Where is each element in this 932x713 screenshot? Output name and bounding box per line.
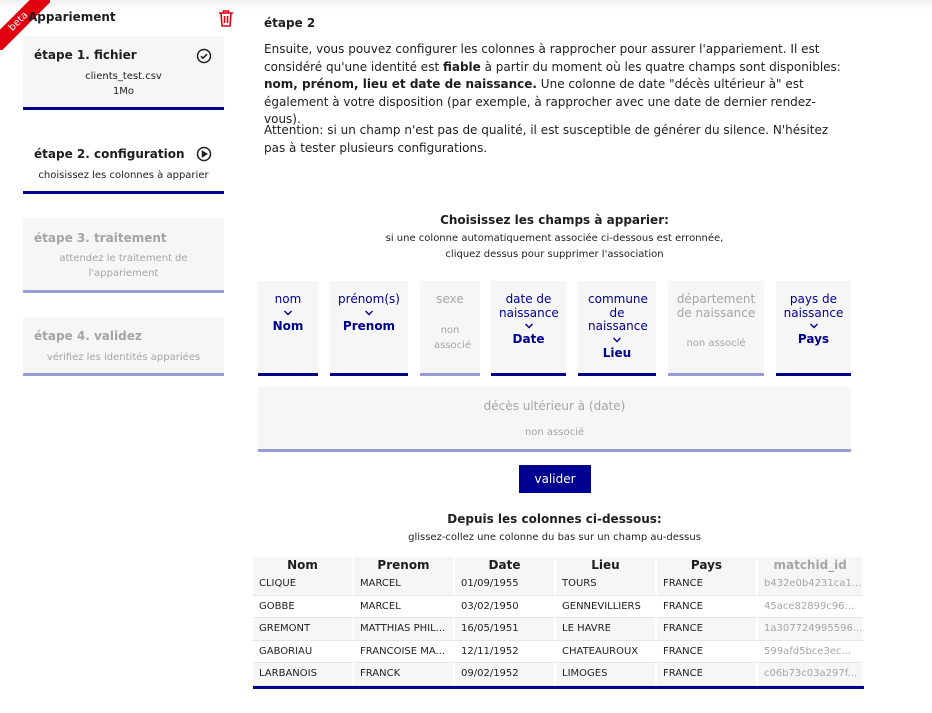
top-shadow xyxy=(0,0,932,10)
columns-table: Nom Prenom Date Lieu Pays matchid_id CLI… xyxy=(253,557,865,689)
field-pays-label: pays de naissance xyxy=(783,292,844,320)
cell-lieu: CHATEAUROUX xyxy=(556,640,657,663)
play-circle-icon xyxy=(196,146,212,162)
step-3-subtitle-2: l'appariement xyxy=(88,268,159,279)
chevron-down-icon xyxy=(365,310,373,315)
columns-title: Depuis les colonnes ci-dessous: xyxy=(447,512,662,526)
cell-matchid: 1a307724995596... xyxy=(758,618,865,641)
field-sexe[interactable]: sexe non associé xyxy=(420,281,480,376)
step-1-filesize: 1Mo xyxy=(112,86,135,97)
step-3-traitement: étape 3. traitement attendez le traiteme… xyxy=(23,218,224,293)
column-header-date[interactable]: Date xyxy=(455,557,556,573)
chevron-down-icon xyxy=(524,323,533,329)
field-commune-value: Lieu xyxy=(602,345,632,360)
cell-matchid: 45ace82899c96... xyxy=(758,595,865,618)
field-prenom[interactable]: prénom(s) Prenom xyxy=(330,281,408,376)
cell-matchid: 599afd5bce3ec... xyxy=(758,640,865,663)
field-sexe-label: sexe xyxy=(436,292,464,306)
chevron-down-icon xyxy=(284,310,292,315)
field-prenom-label: prénom(s) xyxy=(338,292,400,306)
step-2-subtitle: choisissez les colonnes à apparier xyxy=(38,170,209,181)
step-4-validez: étape 4. validez vérifiez les identités … xyxy=(23,317,224,376)
cell-matchid: b432e0b4231ca1... xyxy=(758,573,865,596)
page-title: étape 2 xyxy=(264,16,316,30)
cell-nom: GOBBE xyxy=(253,595,354,618)
field-sexe-value: non associé xyxy=(434,324,472,351)
table-row: LARBANOIS FRANCK 09/02/1952 LIMOGES FRAN… xyxy=(253,663,865,686)
step-4-subtitle: vérifiez les identités appariées xyxy=(46,352,201,363)
table-row: GOBBE MARCEL 03/02/1950 GENNEVILLIERS FR… xyxy=(253,595,865,618)
step-1-filename: clients_test.csv xyxy=(85,71,162,82)
chevron-down-icon xyxy=(809,323,818,329)
cell-pays: FRANCE xyxy=(657,640,758,663)
field-pays-naissance[interactable]: pays de naissance Pays xyxy=(776,281,851,376)
cell-nom: GABORIAU xyxy=(253,640,354,663)
column-header-matchid[interactable]: matchid_id xyxy=(758,557,865,573)
cell-pays: FRANCE xyxy=(657,573,758,596)
step-3-title: étape 3. traitement xyxy=(34,231,167,245)
cell-pays: FRANCE xyxy=(657,618,758,641)
field-commune-naissance[interactable]: commune de naissance Lieu xyxy=(578,281,656,376)
cell-nom: CLIQUE xyxy=(253,573,354,596)
step-2-configuration[interactable]: étape 2. configuration choisissez les co… xyxy=(23,134,224,194)
field-deces-value: non associé xyxy=(524,427,585,438)
choose-subtitle-2: cliquez dessus pour supprimer l'associat… xyxy=(445,249,664,260)
column-header-lieu[interactable]: Lieu xyxy=(556,557,657,573)
cell-lieu: GENNEVILLIERS xyxy=(556,595,657,618)
field-pays-value: Pays xyxy=(797,332,830,346)
field-deces-ulterieur[interactable]: décès ultérieur à (date) non associé xyxy=(258,387,851,452)
intro-paragraph: Ensuite, vous pouvez configurer les colo… xyxy=(264,42,841,126)
cell-date: 09/02/1952 xyxy=(455,663,556,686)
step-3-subtitle-1: attendez le traitement de xyxy=(59,253,188,264)
column-header-prenom[interactable]: Prenom xyxy=(354,557,455,573)
cell-prenom: FRANCK xyxy=(354,663,455,686)
cell-prenom: MARCEL xyxy=(354,595,455,618)
field-date-value: Date xyxy=(512,332,545,346)
table-row: GABORIAU FRANCOISE MA... 12/11/1952 CHAT… xyxy=(253,640,865,663)
step-4-title: étape 4. validez xyxy=(34,329,142,343)
choose-title: Choisissez les champs à apparier: xyxy=(440,213,669,227)
field-deces-label: décès ultérieur à (date) xyxy=(483,399,626,413)
sidebar-title: Appariement xyxy=(28,10,116,24)
cell-pays: FRANCE xyxy=(657,663,758,686)
field-departement-value: non associé xyxy=(686,338,746,349)
table-row: CLIQUE MARCEL 01/09/1955 TOURS FRANCE b4… xyxy=(253,573,865,596)
cell-lieu: LIMOGES xyxy=(556,663,657,686)
cell-lieu: TOURS xyxy=(556,573,657,596)
warning-paragraph: Attention: si un champ n'est pas de qual… xyxy=(264,123,829,155)
table-row: GREMONT MATTHIAS PHIL... 16/05/1951 LE H… xyxy=(253,618,865,641)
columns-subtitle: glissez-collez une colonne du bas sur un… xyxy=(408,532,701,543)
field-departement-label: département de naissance xyxy=(676,292,756,320)
field-nom-value: Nom xyxy=(272,318,304,333)
cell-prenom: MARCEL xyxy=(354,573,455,596)
cell-nom: GREMONT xyxy=(253,618,354,641)
cell-date: 16/05/1951 xyxy=(455,618,556,641)
chevron-down-icon xyxy=(613,337,621,342)
column-header-pays[interactable]: Pays xyxy=(657,557,758,573)
field-commune-label: commune de naissance xyxy=(588,292,648,333)
field-date-naissance[interactable]: date de naissance Date xyxy=(491,281,566,376)
field-date-label: date de naissance xyxy=(499,292,559,320)
field-prenom-value: Prenom xyxy=(342,318,396,333)
cell-pays: FRANCE xyxy=(657,595,758,618)
step-1-fichier[interactable]: étape 1. fichier clients_test.csv 1Mo xyxy=(23,36,224,110)
column-header-nom[interactable]: Nom xyxy=(253,557,354,573)
field-nom[interactable]: nom Nom xyxy=(258,281,318,376)
choose-subtitle-1: si une colonne automatiquement associée … xyxy=(385,233,724,244)
cell-nom: LARBANOIS xyxy=(253,663,354,686)
cell-date: 03/02/1950 xyxy=(455,595,556,618)
cell-prenom: MATTHIAS PHIL... xyxy=(354,618,455,641)
check-circle-icon xyxy=(196,48,212,64)
cell-lieu: LE HAVRE xyxy=(556,618,657,641)
validate-button[interactable]: valider xyxy=(519,465,591,493)
cell-matchid: c06b73c03a297f... xyxy=(758,663,865,686)
field-nom-label: nom xyxy=(274,292,302,306)
cell-date: 01/09/1955 xyxy=(455,573,556,596)
trash-icon[interactable] xyxy=(218,9,234,27)
cell-date: 12/11/1952 xyxy=(455,640,556,663)
cell-prenom: FRANCOISE MA... xyxy=(354,640,455,663)
step-1-title: étape 1. fichier xyxy=(34,48,137,62)
step-2-title: étape 2. configuration xyxy=(34,147,185,161)
field-departement-naissance[interactable]: département de naissance non associé xyxy=(668,281,764,376)
